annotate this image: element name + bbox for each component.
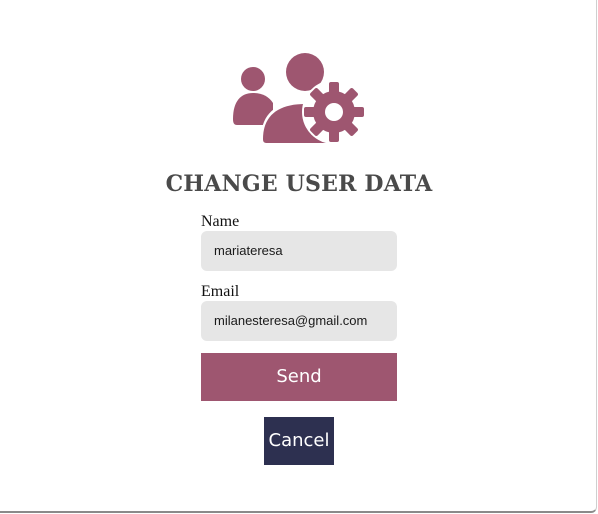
- email-label: Email: [201, 283, 240, 300]
- page-title: CHANGE USER DATA: [165, 171, 433, 197]
- email-field[interactable]: milanesteresa@gmail.com: [201, 301, 397, 341]
- name-label: Name: [201, 213, 240, 230]
- send-button[interactable]: Send: [201, 353, 397, 401]
- users-gear-icon: [233, 53, 365, 145]
- change-user-data-card: CHANGE USER DATA Name mariateresa Email …: [0, 0, 597, 513]
- name-field[interactable]: mariateresa: [201, 231, 397, 271]
- cancel-button[interactable]: Cancel: [264, 417, 334, 465]
